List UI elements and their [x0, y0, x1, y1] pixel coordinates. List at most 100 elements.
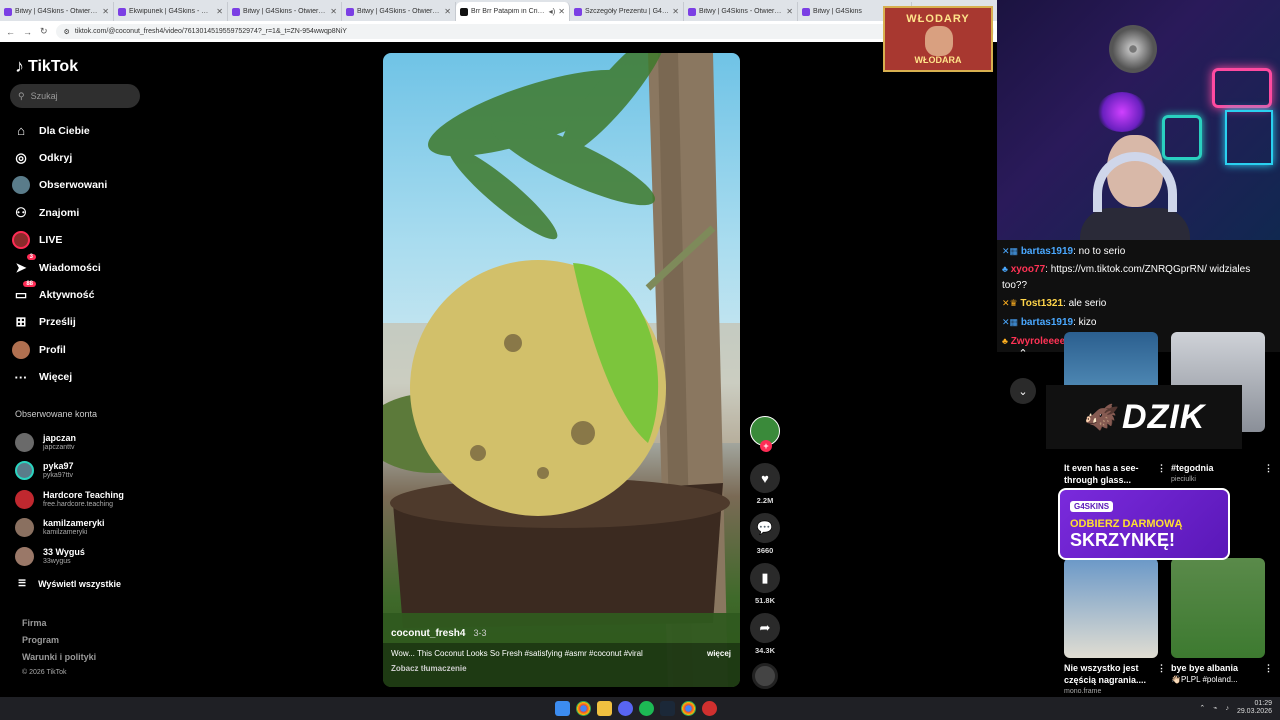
clock[interactable]: 01:29 29.03.2026: [1237, 700, 1272, 716]
back-icon[interactable]: ←: [6, 27, 15, 37]
account-avatar: [15, 489, 34, 509]
rec-author: pieciulki: [1171, 476, 1196, 483]
dzik-sponsor-logo: 🐗 DZIK: [1046, 385, 1242, 449]
more-options-icon[interactable]: ⋮: [1264, 462, 1273, 474]
search-placeholder: Szukaj: [30, 91, 58, 101]
close-tab-icon[interactable]: ✕: [558, 7, 565, 16]
obs-icon[interactable]: [702, 701, 717, 716]
show-all-link[interactable]: ☰ Wyświetl wszystkie: [18, 578, 121, 589]
sidebar-item-explore[interactable]: ◎ Odkryj: [12, 144, 107, 171]
sidebar-item-friends[interactable]: ⚇ Znajomi: [12, 199, 107, 226]
steam-icon[interactable]: [660, 701, 675, 716]
chrome-icon[interactable]: [681, 701, 696, 716]
tab-label: Bitwy | G4Skins - Otwieraj sk: [15, 8, 100, 15]
sidebar-item-activity[interactable]: ▭ 88 Aktywność: [12, 281, 107, 308]
rec-thumbnail[interactable]: [1064, 558, 1158, 658]
close-tab-icon[interactable]: ✕: [216, 7, 223, 16]
rec-subtitle: 👋🏻PLPL #poland...: [1171, 675, 1238, 684]
chevron-up-icon: ⌃: [1018, 347, 1028, 360]
rec-title[interactable]: bye bye albania ⋮ 👋🏻PLPL #poland...: [1171, 662, 1273, 686]
sidebar-item-messages[interactable]: ➤ 3 Wiadomości: [12, 253, 107, 281]
close-tab-icon[interactable]: ✕: [444, 7, 451, 16]
browser-tab[interactable]: Bitwy | G4Skins - Otwieraj sk ✕: [228, 2, 342, 21]
close-tab-icon[interactable]: ✕: [786, 7, 793, 16]
rec-title[interactable]: Nie wszystko jest częścią nagrania.... ⋮ m…: [1064, 662, 1166, 698]
sidebar-item-label: Odkryj: [39, 152, 73, 165]
browser-tab[interactable]: Bitwy | G4Skins - Otwieraj sk ✕: [342, 2, 456, 21]
chrome-icon[interactable]: [576, 701, 591, 716]
sidebar-item-live[interactable]: LIVE: [12, 227, 107, 254]
discord-icon[interactable]: [618, 701, 633, 716]
chat-message: ✕▦ bartas1919: kizo: [1002, 313, 1275, 332]
browser-tab[interactable]: Ekwipunek | G4Skins - Otwier ✕: [114, 2, 228, 21]
footer-link-terms[interactable]: Warunki i polityki: [22, 652, 96, 669]
previous-video-button[interactable]: ⌃: [1010, 340, 1036, 366]
sidebar-item-profile[interactable]: Profil: [12, 336, 107, 363]
network-icon[interactable]: ⌁: [1213, 704, 1217, 712]
translate-link[interactable]: Zobacz tłumaczenie: [391, 664, 467, 673]
more-options-icon[interactable]: ⋮: [1264, 662, 1273, 674]
dzik-text: DZIK: [1122, 397, 1206, 436]
search-input[interactable]: ⚲ Szukaj: [10, 84, 140, 108]
browser-tab[interactable]: Bitwy | G4Skins - Otwieraj sk ✕: [0, 2, 114, 21]
followed-account[interactable]: pyka97 pyka97ttv: [15, 457, 124, 486]
tiktok-logo[interactable]: ♪ TikTok: [15, 56, 78, 77]
headphones: [1093, 152, 1177, 212]
clock-date: 29.03.2026: [1236, 708, 1272, 715]
followed-account[interactable]: kamilzameryki kamilzameryki: [15, 514, 124, 543]
windows-start-icon[interactable]: [555, 701, 570, 716]
comment-button[interactable]: 💬: [750, 513, 780, 543]
author-avatar[interactable]: +: [750, 416, 780, 452]
followed-account[interactable]: Hardcore Teaching free.hardcore.teaching: [15, 485, 124, 514]
sidebar-item-for-you[interactable]: ⌂ Dla Ciebie: [12, 117, 107, 144]
save-button[interactable]: ▮: [750, 563, 780, 593]
close-tab-icon[interactable]: ✕: [330, 7, 337, 16]
chevron-up-icon[interactable]: ⌃: [1199, 704, 1205, 712]
more-options-icon[interactable]: ⋮: [1157, 462, 1166, 474]
url-field[interactable]: ⚙ tiktok.com/@coconut_fresh4/video/76130…: [55, 24, 994, 39]
reload-icon[interactable]: ↻: [40, 26, 48, 37]
rec-title[interactable]: It even has a see-through glass... ⋮: [1064, 462, 1166, 486]
spotify-icon[interactable]: [639, 701, 654, 716]
followed-account[interactable]: 33 Wyguś 33wygus: [15, 542, 124, 571]
footer-link-company[interactable]: Firma: [22, 618, 96, 635]
sidebar-item-more[interactable]: ··· Więcej: [12, 364, 107, 391]
video-description: Wow... This Coconut Looks So Fresh #sati…: [391, 649, 731, 658]
more-options-icon[interactable]: ⋮: [1157, 662, 1166, 674]
footer-link-program[interactable]: Program: [22, 635, 96, 652]
music-disc-icon[interactable]: [752, 663, 778, 689]
rec-title[interactable]: #tegodnia ⋮ pieciulki: [1171, 462, 1273, 486]
audio-icon[interactable]: ◂): [549, 7, 556, 16]
follow-plus-icon[interactable]: +: [760, 440, 772, 452]
video-player[interactable]: coconut_fresh4 3-3 Wow... This Coconut Lo…: [383, 53, 740, 687]
list-icon: ☰: [18, 578, 27, 588]
forward-icon[interactable]: →: [23, 27, 32, 37]
video-author[interactable]: coconut_fresh4 3-3: [391, 628, 486, 639]
sidebar-item-upload[interactable]: ⊞ Prześlij: [12, 309, 107, 336]
next-video-button[interactable]: ⌄: [1010, 378, 1036, 404]
sidebar-item-following[interactable]: Obserwowani: [12, 172, 107, 199]
close-tab-icon[interactable]: ✕: [102, 7, 109, 16]
browser-tab-active[interactable]: Brr Brr Patapim in Crimon ◂) ✕: [456, 2, 570, 21]
site-info-icon[interactable]: ⚙: [64, 28, 70, 36]
wall-record-disc: [1109, 25, 1157, 73]
close-tab-icon[interactable]: ✕: [672, 7, 679, 16]
g4skins-favicon-icon: [346, 7, 354, 16]
rec-thumbnail[interactable]: [1171, 558, 1265, 658]
neon-shelf: [1225, 110, 1273, 165]
share-button[interactable]: ➦: [750, 613, 780, 643]
rec-title-text: bye bye albania: [1171, 663, 1239, 673]
description-text: Wow... This Coconut Looks So Fresh #sati…: [391, 649, 643, 658]
like-button[interactable]: ♥: [750, 463, 780, 493]
sidebar: ♪ TikTok ⚲ Szukaj ⌂ Dla Ciebie ◎ Odkryj Ob…: [0, 42, 150, 697]
rec-title-text: #tegodnia: [1171, 463, 1214, 473]
file-explorer-icon[interactable]: [597, 701, 612, 716]
followed-account[interactable]: japczan japczanttv: [15, 428, 124, 457]
volume-icon[interactable]: ♪: [1225, 705, 1229, 712]
sidebar-footer: Firma Program Warunki i polityki © 2026 …: [22, 618, 96, 686]
taskbar-apps: [555, 701, 717, 716]
browser-tab[interactable]: Bitwy | G4Skins - Otwieraj sk ✕: [684, 2, 798, 21]
account-name: pyka97: [43, 461, 74, 472]
more-link[interactable]: więcej: [707, 649, 731, 658]
browser-tab[interactable]: Szczegóły Prezentu | G4Skins✕: [570, 2, 684, 21]
